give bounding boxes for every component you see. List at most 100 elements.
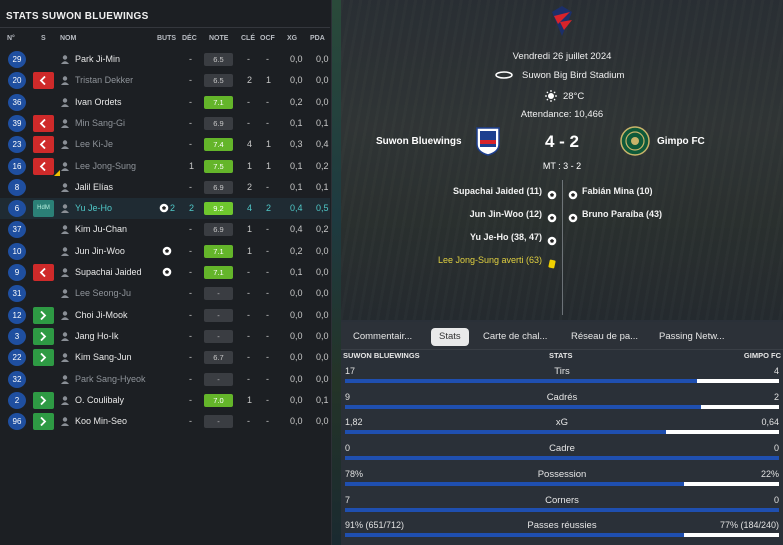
player-stats-panel: STATS SUWON BLUEWINGS N° S NOM BUTS DÉC …: [0, 0, 332, 545]
divider: [0, 27, 330, 28]
player-silhouette-icon: [61, 268, 69, 277]
away-team-name[interactable]: Gimpo FC: [657, 136, 705, 147]
col-header-pda[interactable]: PDA: [310, 35, 325, 42]
stat-away-value: 0: [773, 443, 779, 454]
away-team-crest-icon[interactable]: [620, 126, 650, 156]
player-row[interactable]: 8 Jalil Elías - 6.9 2 - 0,1 0,1: [0, 177, 330, 198]
stat-home-fill: [345, 404, 701, 409]
decisive-passes: -: [189, 54, 192, 64]
col-header-note[interactable]: NOTE: [209, 35, 228, 42]
player-name[interactable]: O. Coulibaly: [75, 395, 124, 405]
expected-goals: 0,0: [290, 394, 303, 405]
shirt-number: 31: [8, 285, 26, 303]
col-header-dec[interactable]: DÉC: [182, 35, 197, 42]
player-row[interactable]: 31 Lee Seong-Ju - - - - 0,0 0,0: [0, 283, 330, 304]
player-row[interactable]: 96 Koo Min-Seo - - - - 0,0 0,0: [0, 411, 330, 432]
player-row[interactable]: 2 O. Coulibaly - 7.0 1 - 0,0 0,1: [0, 390, 330, 411]
player-row[interactable]: 6 HdM Yu Je-Ho 2 2 9.2 4 2 0,4 0,5: [0, 198, 330, 220]
player-row[interactable]: 12 Choi Ji-Mook - - - - 0,0 0,0: [0, 305, 330, 326]
stat-comparison-bar: [345, 481, 779, 486]
player-row[interactable]: 16 Lee Jong-Sung 1 7.5 1 1 0,1 0,2: [0, 156, 330, 177]
col-header-nom[interactable]: NOM: [60, 35, 76, 42]
stat-row: 17 Tirs 4: [341, 363, 783, 388]
player-row[interactable]: 29 Park Ji-Min - 6.5 - - 0,0 0,0: [0, 49, 330, 70]
player-row[interactable]: 32 Park Sang-Hyeok - - - - 0,0 0,0: [0, 369, 330, 390]
player-name[interactable]: Min Sang-Gi: [75, 118, 125, 128]
player-silhouette-icon: [61, 204, 69, 214]
player-silhouette-icon: [61, 97, 69, 107]
col-header-xg[interactable]: XG: [287, 35, 297, 42]
home-team-name[interactable]: Suwon Bluewings: [376, 136, 462, 147]
substituted-out-icon: [33, 157, 54, 175]
decisive-passes: 2: [189, 203, 195, 214]
substituted-out-icon: [33, 264, 54, 281]
clear-chances: -: [266, 394, 269, 405]
player-rating: -: [204, 287, 233, 301]
player-row[interactable]: 37 Kim Ju-Chan - 6.9 1 - 0,4 0,2: [0, 219, 330, 240]
key-passes: -: [247, 330, 250, 341]
player-name[interactable]: Lee Jong-Sung: [75, 161, 136, 171]
player-name[interactable]: Kim Ju-Chan: [75, 224, 127, 234]
tab-passing-network[interactable]: Passing Netw...: [659, 328, 724, 346]
tab-carte-de-chaleur[interactable]: Carte de chal...: [483, 328, 547, 346]
clear-chances: 2: [266, 203, 272, 214]
player-row[interactable]: 23 Lee Ki-Je - 7.4 4 1 0,3 0,4: [0, 134, 330, 155]
substituted-out-icon: [33, 114, 54, 132]
player-name[interactable]: Choi Ji-Mook: [75, 310, 128, 320]
player-name[interactable]: Jun Jin-Woo: [75, 246, 125, 256]
player-silhouette-icon: [61, 417, 69, 427]
shirt-number: 39: [8, 114, 26, 132]
col-header-ocf[interactable]: OCF: [260, 35, 275, 42]
player-name[interactable]: Kim Sang-Jun: [75, 352, 132, 362]
player-row[interactable]: 10 Jun Jin-Woo - 7.1 1 - 0,2 0,0: [0, 241, 330, 262]
stat-home-value: 78%: [345, 468, 364, 479]
tab-stats[interactable]: Stats: [431, 328, 469, 346]
col-header-cle[interactable]: CLÉ: [241, 35, 255, 42]
away-goal-event: Bruno Paraíba (43): [582, 209, 663, 219]
player-name[interactable]: Ivan Ordets: [75, 97, 122, 107]
col-header-num[interactable]: N°: [7, 35, 15, 42]
key-passes: 1: [247, 160, 253, 171]
player-name[interactable]: Koo Min-Seo: [75, 416, 127, 426]
player-name[interactable]: Lee Seong-Ju: [75, 288, 131, 298]
shirt-number: 6: [8, 200, 26, 218]
stat-comparison-bar: [345, 533, 779, 538]
player-row[interactable]: 22 Kim Sang-Jun - 6.7 - - 0,0 0,0: [0, 347, 330, 368]
player-name[interactable]: Park Sang-Hyeok: [75, 374, 146, 384]
home-team-crest-icon[interactable]: [475, 126, 501, 156]
player-row[interactable]: 36 Ivan Ordets - 7.1 - - 0,2 0,0: [0, 92, 330, 113]
player-name[interactable]: Tristan Dekker: [75, 75, 133, 85]
player-name[interactable]: Yu Je-Ho: [75, 203, 112, 213]
player-rating: 7.0: [204, 393, 233, 407]
player-silhouette-icon: [61, 76, 69, 86]
stat-home-fill: [345, 379, 697, 383]
key-passes: -: [247, 352, 250, 363]
tab-commentaire[interactable]: Commentair...: [353, 328, 412, 346]
player-name[interactable]: Supachai Jaided: [75, 267, 142, 277]
substituted-in-icon: [33, 391, 54, 409]
col-header-buts[interactable]: BUTS: [157, 35, 176, 42]
player-row[interactable]: 9 Supachai Jaided - 7.1 - - 0,1 0,0: [0, 262, 330, 283]
player-silhouette-icon: [61, 289, 69, 299]
goal-ball-icon: [568, 210, 578, 223]
tab-reseau-de-passes[interactable]: Réseau de pa...: [571, 328, 638, 346]
expected-assists: 0,0: [316, 309, 329, 320]
stat-away-value: 4: [773, 366, 779, 376]
player-row[interactable]: 20 Tristan Dekker - 6.5 2 1 0,0 0,0: [0, 70, 330, 91]
player-row[interactable]: 3 Jang Ho-Ik - - - - 0,0 0,0: [0, 326, 330, 347]
player-name[interactable]: Jang Ho-Ik: [75, 331, 119, 341]
key-passes: -: [247, 267, 250, 277]
decisive-passes: -: [189, 117, 192, 128]
competition-logo: [552, 6, 572, 36]
player-row[interactable]: 39 Min Sang-Gi - 6.9 - - 0,1 0,1: [0, 113, 330, 134]
player-name[interactable]: Jalil Elías: [75, 182, 113, 192]
col-header-s[interactable]: S: [41, 35, 46, 42]
player-name[interactable]: Park Ji-Min: [75, 54, 120, 64]
stat-row: 1,82 xG 0,64: [341, 414, 783, 439]
shirt-number: 3: [8, 327, 26, 345]
clear-chances: -: [266, 416, 269, 427]
player-silhouette-icon: [61, 310, 69, 320]
expected-goals: 0,1: [290, 160, 303, 171]
player-name[interactable]: Lee Ki-Je: [75, 139, 113, 149]
expected-goals: 0,4: [290, 224, 303, 235]
